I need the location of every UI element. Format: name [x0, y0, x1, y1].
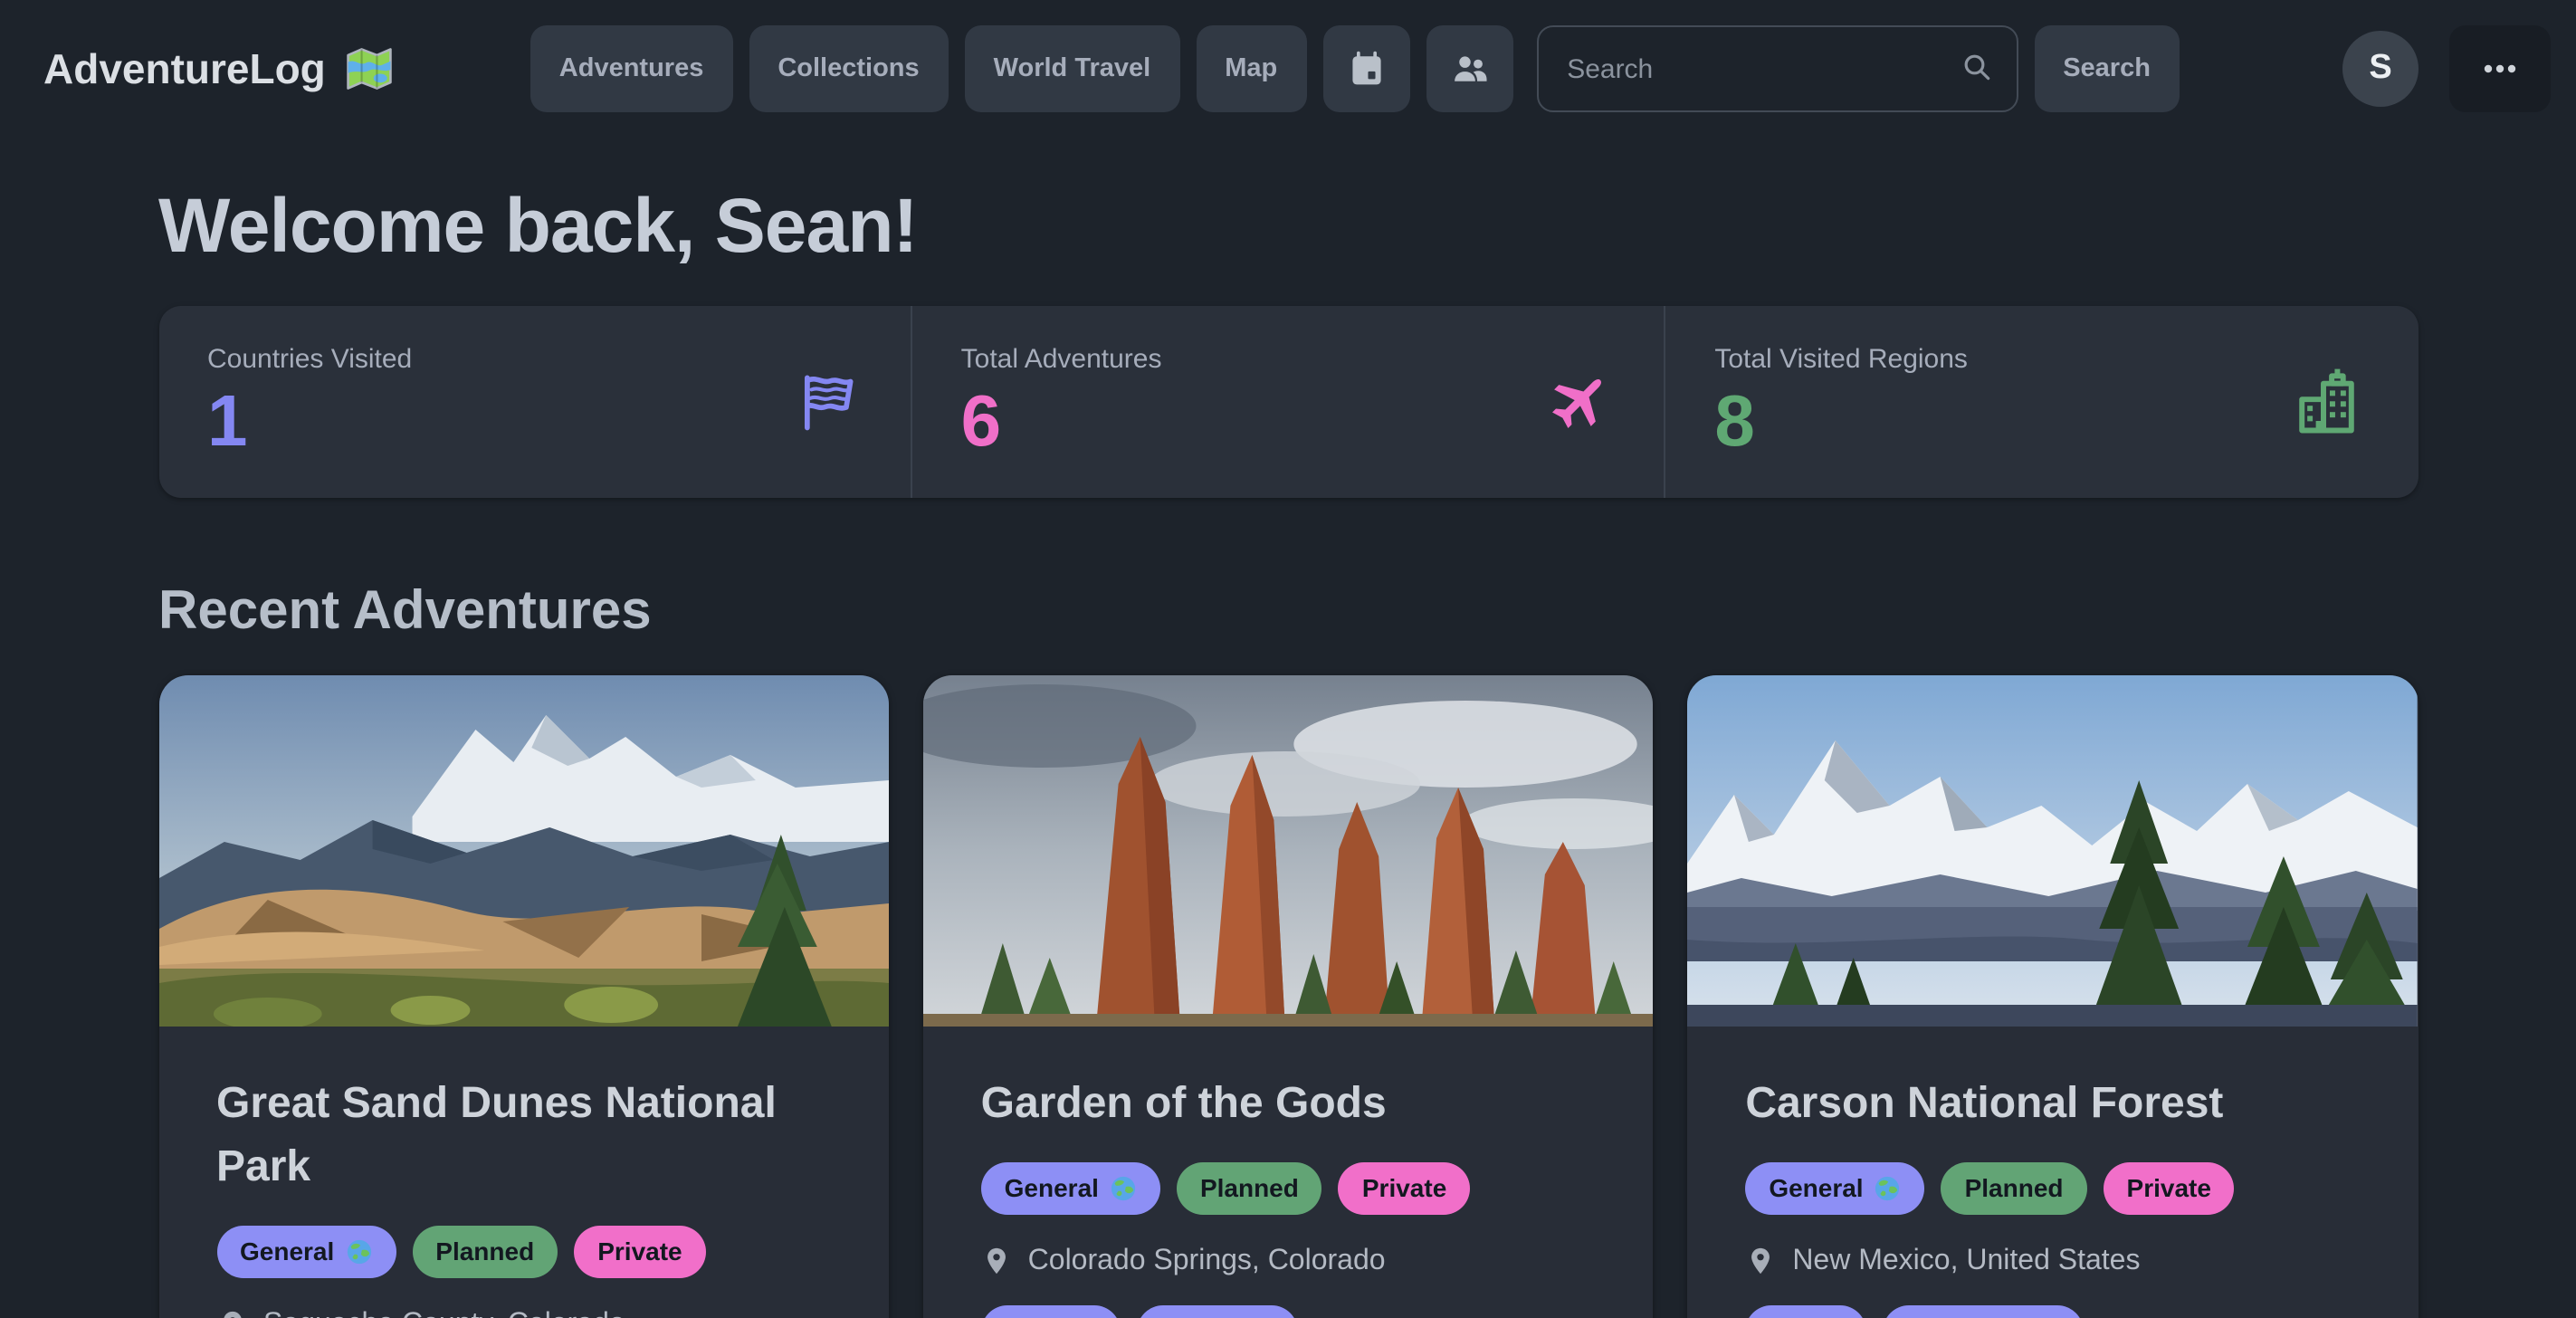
flag-icon [793, 368, 862, 436]
nav-links: Adventures Collections World Travel Map [530, 25, 2180, 112]
badge-planned: Planned [412, 1225, 558, 1277]
location-text: Colorado Springs, Colorado [1028, 1246, 1386, 1278]
navbar: AdventureLog Adventures Collections Worl… [0, 0, 2576, 138]
location-row: New Mexico, United States [1745, 1246, 2360, 1278]
adventurelog-app: AdventureLog Adventures Collections Worl… [0, 0, 2576, 1318]
adventure-card-carson-national-forest[interactable]: Carson National Forest General Planned [1687, 675, 2418, 1318]
stat-label: Total Visited Regions [1714, 344, 1968, 375]
globe-emoji-icon [1110, 1175, 1137, 1202]
location-pin-icon [1745, 1246, 1776, 1277]
logo-text: AdventureLog [43, 44, 326, 93]
location-pin-icon [216, 1309, 247, 1318]
badge-general: General [981, 1162, 1160, 1215]
calendar-icon [1346, 49, 1386, 89]
tag-badge: walking [981, 1305, 1121, 1318]
badge-private: Private [2104, 1162, 2235, 1215]
recent-adventures-heading: Recent Adventures [158, 581, 2418, 643]
badge-row: General Planned Private [1745, 1162, 2360, 1215]
location-row: Colorado Springs, Colorado [981, 1246, 1596, 1278]
adventure-card-great-sand-dunes[interactable]: Great Sand Dunes National Park General [158, 675, 889, 1318]
map-emoji-icon [342, 42, 396, 96]
badge-planned: Planned [1177, 1162, 1322, 1215]
card-body: Great Sand Dunes National Park General [158, 1027, 889, 1318]
stat-value: 1 [207, 384, 412, 460]
calendar-button[interactable] [1322, 25, 1409, 112]
card-title: Carson National Forest [1745, 1074, 2360, 1137]
badge-private: Private [1339, 1162, 1470, 1215]
globe-emoji-icon [1875, 1175, 1902, 1202]
location-text: Saguache County, Colorado [263, 1308, 625, 1318]
location-text: New Mexico, United States [1792, 1246, 2140, 1278]
stat-total-visited-regions: Total Visited Regions 8 [1664, 306, 2418, 498]
stat-label: Countries Visited [207, 344, 412, 375]
badge-general: General [216, 1225, 396, 1277]
adventure-card-garden-of-the-gods[interactable]: Garden of the Gods General Planned [923, 675, 1654, 1318]
tag-badge: exploring [1137, 1305, 1298, 1318]
nav-item-adventures[interactable]: Adventures [530, 25, 733, 112]
tag-badge: backpacking [1884, 1305, 2085, 1318]
stat-countries-visited: Countries Visited 1 [158, 306, 911, 498]
badge-planned: Planned [1942, 1162, 2087, 1215]
badge-general: General [1745, 1162, 1924, 1215]
card-body: Garden of the Gods General Planned [923, 1027, 1654, 1318]
search-button[interactable]: Search [2034, 25, 2180, 112]
card-title: Great Sand Dunes National Park [216, 1074, 831, 1199]
badge-label: General [240, 1237, 334, 1265]
tag-row: hiking backpacking [1745, 1305, 2360, 1318]
globe-emoji-icon [345, 1237, 372, 1265]
stat-value: 6 [961, 384, 1162, 460]
location-row: Saguache County, Colorado [216, 1308, 831, 1318]
card-title: Garden of the Gods [981, 1074, 1596, 1137]
users-button[interactable] [1426, 25, 1512, 112]
location-pin-icon [981, 1246, 1012, 1277]
stats-panel: Countries Visited 1 Total Adventures 6 [158, 306, 2418, 498]
search-input[interactable] [1536, 25, 2018, 112]
stat-total-adventures: Total Adventures 6 [911, 306, 1665, 498]
users-icon [1449, 49, 1489, 89]
stat-label: Total Adventures [961, 344, 1162, 375]
card-body: Carson National Forest General Planned [1687, 1027, 2418, 1318]
card-image-red-rocks [923, 675, 1654, 1027]
stat-value: 8 [1714, 384, 1968, 460]
nav-item-world-travel[interactable]: World Travel [965, 25, 1180, 112]
search-field-wrap [1536, 25, 2018, 112]
badge-row: General Planned Private [216, 1225, 831, 1277]
navbar-right: S [2342, 25, 2551, 112]
adventure-cards-grid: Great Sand Dunes National Park General [158, 675, 2418, 1318]
card-image-sand-dunes [158, 675, 889, 1027]
avatar-initial: S [2369, 49, 2391, 89]
badge-row: General Planned Private [981, 1162, 1596, 1215]
badge-label: General [1005, 1174, 1099, 1203]
main-content: Welcome back, Sean! Countries Visited 1 … [158, 183, 2418, 1318]
card-image-snowy-forest [1687, 675, 2418, 1027]
nav-item-collections[interactable]: Collections [749, 25, 948, 112]
badge-label: General [1769, 1174, 1863, 1203]
tag-badge: hiking [1745, 1305, 1866, 1318]
avatar[interactable]: S [2342, 31, 2419, 107]
overflow-menu-button[interactable] [2449, 25, 2551, 112]
welcome-heading: Welcome back, Sean! [158, 183, 2418, 270]
city-icon [2293, 364, 2369, 440]
plane-icon [1542, 366, 1615, 438]
logo[interactable]: AdventureLog [43, 42, 396, 96]
badge-private: Private [574, 1225, 705, 1277]
nav-item-map[interactable]: Map [1196, 25, 1306, 112]
search-icon [1958, 49, 1994, 85]
tag-row: walking exploring [981, 1305, 1596, 1318]
ellipsis-icon [2478, 47, 2522, 91]
